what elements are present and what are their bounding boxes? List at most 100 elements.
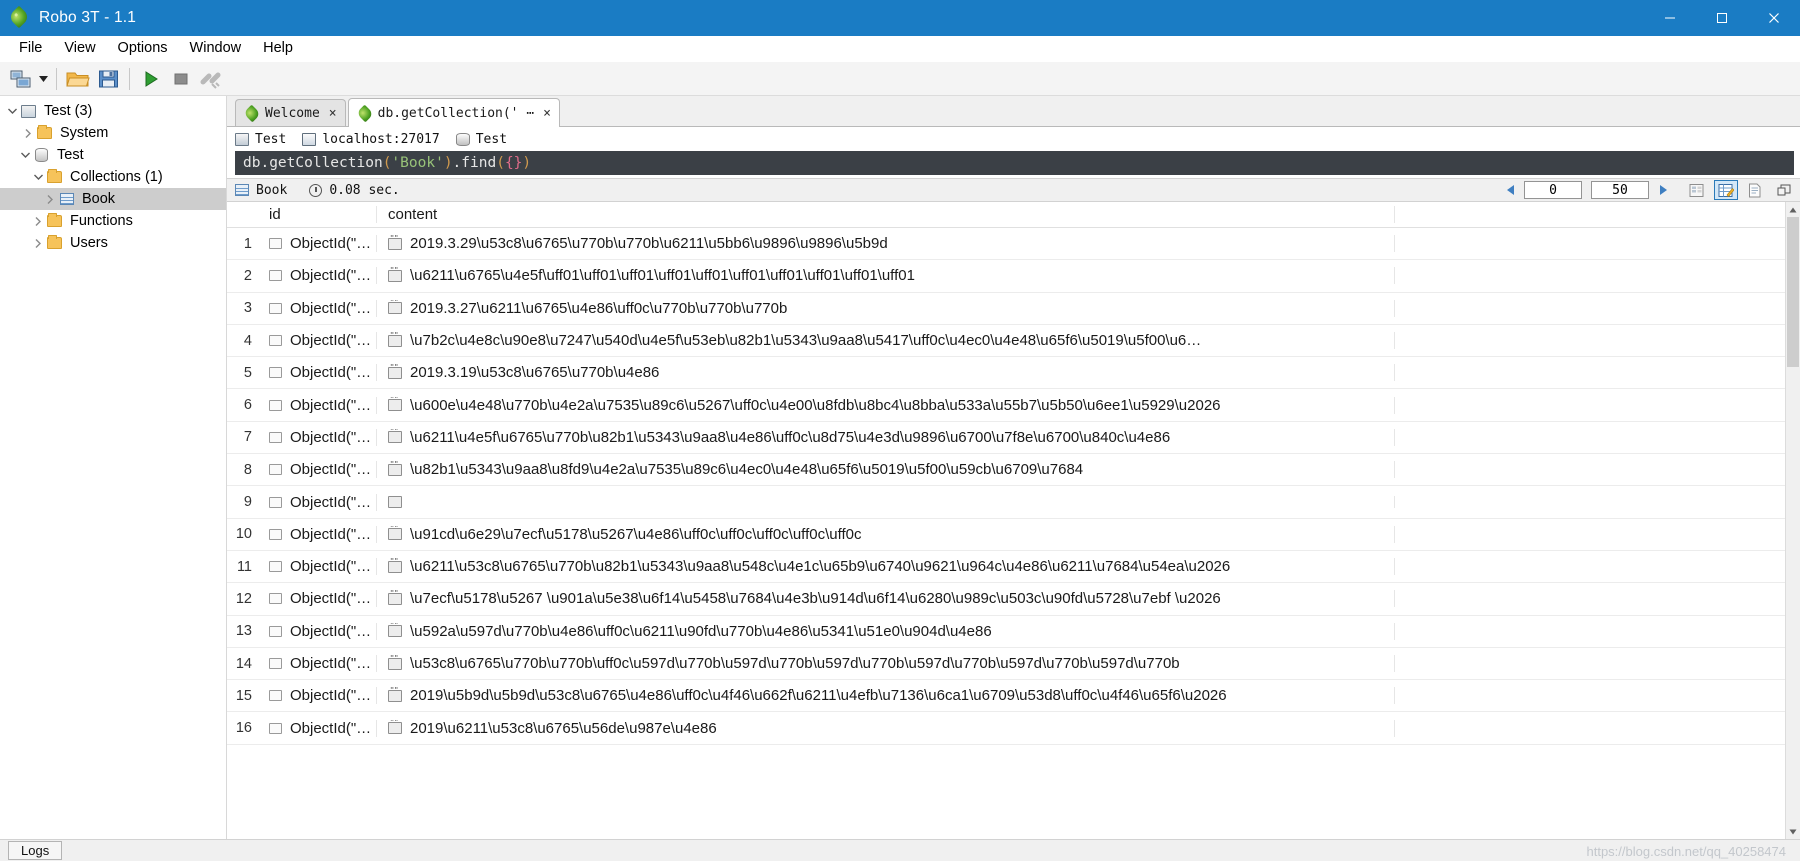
logs-button[interactable]: Logs bbox=[8, 841, 63, 860]
table-row[interactable]: 14 ObjectId("… \u53c8\u6765\u770b\u770b\uf… bbox=[227, 647, 1785, 681]
cell-id[interactable]: ObjectId("… bbox=[259, 396, 377, 414]
cell-id[interactable]: ObjectId("… bbox=[259, 461, 377, 479]
skip-input[interactable]: 0 bbox=[1524, 181, 1582, 199]
prev-arrow-icon[interactable] bbox=[1502, 181, 1518, 199]
cell-id[interactable]: ObjectId("… bbox=[259, 364, 377, 382]
connect-icon[interactable] bbox=[7, 65, 35, 93]
menu-help[interactable]: Help bbox=[252, 38, 304, 59]
cell-content[interactable]: \u6211\u6765\u4e5f\uff01\uff01\uff01\uff… bbox=[377, 267, 1395, 285]
save-icon[interactable] bbox=[94, 65, 122, 93]
table-row[interactable]: 4 ObjectId("… \u7b2c\u4e8c\u90e8\u7247\u54… bbox=[227, 324, 1785, 358]
cell-content[interactable]: 2019.3.19\u53c8\u6765\u770b\u4e86 bbox=[377, 364, 1395, 382]
menu-view[interactable]: View bbox=[53, 38, 106, 59]
menu-file[interactable]: File bbox=[8, 38, 53, 59]
table-row[interactable]: 1 ObjectId("… 2019.3.29\u53c8\u6765\u770b\… bbox=[227, 228, 1785, 261]
cell-id[interactable]: ObjectId("… bbox=[259, 558, 377, 576]
table-row[interactable]: 7 ObjectId("… \u6211\u4e5f\u6765\u770b\u82… bbox=[227, 421, 1785, 455]
header-content[interactable]: content bbox=[377, 206, 1395, 223]
cell-id[interactable]: ObjectId("… bbox=[259, 655, 377, 672]
chevron-right-icon[interactable] bbox=[30, 235, 46, 251]
minimize-icon[interactable] bbox=[1644, 0, 1696, 36]
maximize-pane-icon[interactable] bbox=[1772, 180, 1796, 200]
sidebar-item-collections[interactable]: Collections (1) bbox=[0, 166, 226, 188]
close-icon[interactable]: × bbox=[329, 107, 337, 120]
cell-content[interactable]: \u6211\u4e5f\u6765\u770b\u82b1\u5343\u9a… bbox=[377, 428, 1395, 446]
tree-view-icon[interactable] bbox=[1685, 180, 1709, 200]
result-grid[interactable]: id content 1 ObjectId("… 2019.3.29\u53c8\u… bbox=[227, 202, 1785, 839]
chevron-down-icon[interactable] bbox=[36, 65, 50, 93]
table-row[interactable]: 8 ObjectId("… \u82b1\u5343\u9aa8\u8fd9\u4e… bbox=[227, 454, 1785, 487]
sidebar-item-system[interactable]: System bbox=[0, 122, 226, 144]
broken-link-icon[interactable] bbox=[197, 65, 225, 93]
cell-content[interactable]: \u53c8\u6765\u770b\u770b\uff0c\u597d\u77… bbox=[377, 655, 1395, 672]
chevron-right-icon[interactable] bbox=[30, 213, 46, 229]
scroll-up-button[interactable] bbox=[1786, 202, 1800, 217]
cell-content[interactable]: \u600e\u4e48\u770b\u4e2a\u7535\u89c6\u52… bbox=[377, 396, 1395, 414]
cell-id[interactable]: ObjectId("… bbox=[259, 235, 377, 253]
table-row[interactable]: 11 ObjectId("… \u6211\u53c8\u6765\u770b\u8… bbox=[227, 550, 1785, 584]
explorer-tree[interactable]: Test (3) System Test Collections (1) Boo… bbox=[0, 96, 227, 839]
cell-id[interactable]: ObjectId("… bbox=[259, 299, 377, 317]
table-row[interactable]: 6 ObjectId("… \u600e\u4e48\u770b\u4e2a\u75… bbox=[227, 389, 1785, 422]
next-arrow-icon[interactable] bbox=[1655, 181, 1671, 199]
close-icon[interactable] bbox=[1748, 0, 1800, 36]
sidebar-item-book[interactable]: Book bbox=[0, 188, 226, 210]
menu-options[interactable]: Options bbox=[107, 38, 179, 59]
menu-window[interactable]: Window bbox=[179, 38, 253, 59]
sidebar-item-test-connection[interactable]: Test (3) bbox=[0, 100, 226, 122]
chevron-down-icon[interactable] bbox=[4, 103, 20, 119]
open-folder-icon[interactable] bbox=[64, 65, 92, 93]
sidebar-item-users[interactable]: Users bbox=[0, 232, 226, 254]
scrollbar-track[interactable] bbox=[1786, 217, 1800, 824]
execute-play-icon[interactable] bbox=[137, 65, 165, 93]
vertical-scrollbar[interactable] bbox=[1785, 202, 1800, 839]
cell-content[interactable]: 2019\u5b9d\u5b9d\u53c8\u6765\u4e86\uff0c… bbox=[377, 687, 1395, 705]
cell-id[interactable]: ObjectId("… bbox=[259, 687, 377, 705]
table-row[interactable]: 15 ObjectId("… 2019\u5b9d\u5b9d\u53c8\u676… bbox=[227, 680, 1785, 713]
table-row[interactable]: 2 ObjectId("… \u6211\u6765\u4e5f\uff01\uff… bbox=[227, 260, 1785, 293]
chevron-right-icon[interactable] bbox=[20, 125, 36, 141]
table-row[interactable]: 5 ObjectId("… 2019.3.19\u53c8\u6765\u770b\… bbox=[227, 357, 1785, 390]
cell-id[interactable]: ObjectId("… bbox=[259, 590, 377, 608]
tab-welcome[interactable]: Welcome × bbox=[235, 99, 346, 126]
table-row[interactable]: 9 ObjectId("… bbox=[227, 486, 1785, 519]
stop-icon[interactable] bbox=[167, 65, 195, 93]
cell-content[interactable]: \u6211\u53c8\u6765\u770b\u82b1\u5343\u9a… bbox=[377, 558, 1395, 576]
sidebar-item-functions[interactable]: Functions bbox=[0, 210, 226, 232]
table-row[interactable]: 10 ObjectId("… \u91cd\u6e29\u7ecf\u5178\u5… bbox=[227, 518, 1785, 551]
cell-id[interactable]: ObjectId("… bbox=[259, 525, 377, 543]
scroll-down-button[interactable] bbox=[1786, 824, 1800, 839]
cell-id[interactable]: ObjectId("… bbox=[259, 493, 377, 511]
cell-content[interactable]: \u91cd\u6e29\u7ecf\u5178\u5267\u4e86\uff… bbox=[377, 525, 1395, 543]
table-row[interactable]: 3 ObjectId("… 2019.3.27\u6211\u6765\u4e86\… bbox=[227, 292, 1785, 325]
cell-content[interactable]: \u592a\u597d\u770b\u4e86\uff0c\u6211\u90… bbox=[377, 622, 1395, 640]
scrollbar-thumb[interactable] bbox=[1787, 217, 1799, 367]
maximize-icon[interactable] bbox=[1696, 0, 1748, 36]
cell-content[interactable]: 2019.3.29\u53c8\u6765\u770b\u770b\u6211\… bbox=[377, 235, 1395, 253]
cell-id[interactable]: ObjectId("… bbox=[259, 719, 377, 737]
chevron-down-icon[interactable] bbox=[30, 169, 46, 185]
chevron-right-icon[interactable] bbox=[42, 191, 58, 207]
cell-id[interactable]: ObjectId("… bbox=[259, 428, 377, 446]
table-row[interactable]: 16 ObjectId("… 2019\u6211\u53c8\u6765\u56d… bbox=[227, 712, 1785, 745]
query-editor[interactable]: db.getCollection('Book') .find({}) bbox=[235, 151, 1794, 175]
tab-query[interactable]: db.getCollection(' ⋯ × bbox=[347, 98, 560, 127]
close-icon[interactable]: × bbox=[543, 107, 551, 120]
chevron-down-icon[interactable] bbox=[17, 147, 33, 163]
table-row[interactable]: 12 ObjectId("… \u7ecf\u5178\u5267 \u901a\u… bbox=[227, 583, 1785, 616]
limit-input[interactable]: 50 bbox=[1591, 181, 1649, 199]
cell-id[interactable]: ObjectId("… bbox=[259, 332, 377, 350]
table-row[interactable]: 13 ObjectId("… \u592a\u597d\u770b\u4e86\uf… bbox=[227, 615, 1785, 648]
table-view-icon[interactable] bbox=[1714, 180, 1738, 200]
text-view-icon[interactable] bbox=[1743, 180, 1767, 200]
cell-content[interactable]: \u7ecf\u5178\u5267 \u901a\u5e38\u6f14\u5… bbox=[377, 590, 1395, 608]
cell-content[interactable]: \u82b1\u5343\u9aa8\u8fd9\u4e2a\u7535\u89… bbox=[377, 461, 1395, 479]
cell-content[interactable] bbox=[377, 496, 1395, 509]
header-id[interactable]: id bbox=[259, 206, 377, 223]
cell-content[interactable]: 2019.3.27\u6211\u6765\u4e86\uff0c\u770b\… bbox=[377, 299, 1395, 317]
cell-id[interactable]: ObjectId("… bbox=[259, 267, 377, 285]
cell-content[interactable]: 2019\u6211\u53c8\u6765\u56de\u987e\u4e86 bbox=[377, 719, 1395, 737]
sidebar-item-test-db[interactable]: Test bbox=[0, 144, 226, 166]
cell-content[interactable]: \u7b2c\u4e8c\u90e8\u7247\u540d\u4e5f\u53… bbox=[377, 332, 1395, 350]
cell-id[interactable]: ObjectId("… bbox=[259, 622, 377, 640]
